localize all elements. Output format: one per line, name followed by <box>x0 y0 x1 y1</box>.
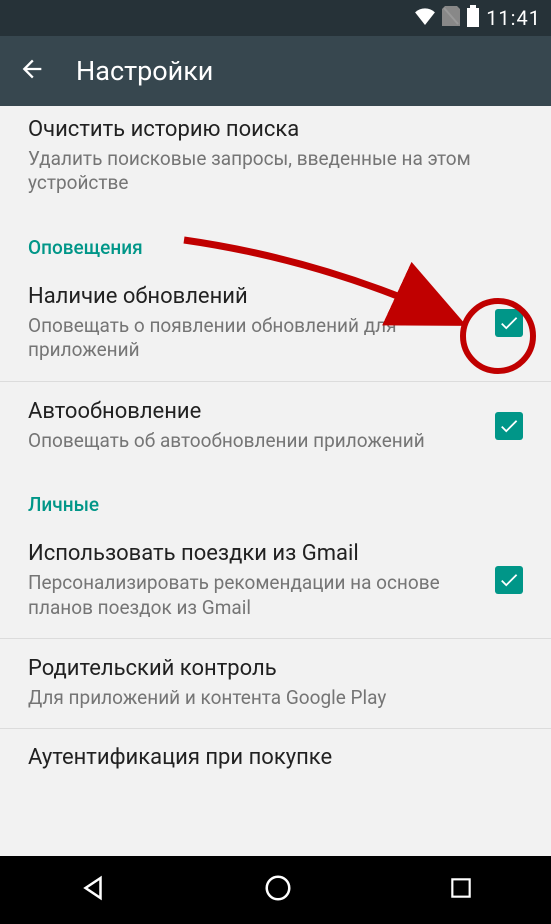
setting-gmail-trips[interactable]: Использовать поездки из Gmail Персонализ… <box>0 524 551 638</box>
item-subtitle: Удалить поисковые запросы, введенные на … <box>28 147 523 196</box>
setting-auto-update[interactable]: Автообновление Оповещать об автообновлен… <box>0 382 551 471</box>
check-icon <box>498 312 520 334</box>
checkbox-updates-available[interactable] <box>495 309 523 337</box>
nav-back-icon[interactable] <box>78 873 108 907</box>
nav-home-icon[interactable] <box>263 873 293 907</box>
item-subtitle: Для приложений и контента Google Play <box>28 686 523 711</box>
page-title: Настройки <box>76 55 213 87</box>
navigation-bar <box>0 856 551 924</box>
checkbox-auto-update[interactable] <box>495 412 523 440</box>
item-title: Наличие обновлений <box>28 283 483 312</box>
settings-list[interactable]: Очистить историю поиска Удалить поисковы… <box>0 106 551 856</box>
sim-icon <box>442 6 460 31</box>
checkbox-gmail-trips[interactable] <box>495 566 523 594</box>
item-title: Аутентификация при покупке <box>28 745 523 770</box>
setting-updates-available[interactable]: Наличие обновлений Оповещать о появлении… <box>0 267 551 381</box>
item-title: Использовать поездки из Gmail <box>28 540 483 569</box>
status-bar: 11:41 <box>0 0 551 36</box>
setting-parental-control[interactable]: Родительский контроль Для приложений и к… <box>0 639 551 728</box>
battery-icon <box>466 5 480 32</box>
back-arrow-icon[interactable] <box>18 55 46 87</box>
setting-purchase-authentication[interactable]: Аутентификация при покупке <box>0 729 551 770</box>
setting-clear-search-history[interactable]: Очистить историю поиска Удалить поисковы… <box>0 106 551 214</box>
app-bar: Настройки <box>0 36 551 106</box>
item-subtitle: Оповещать о появлении обновлений для при… <box>28 314 483 363</box>
check-icon <box>498 415 520 437</box>
nav-recent-icon[interactable] <box>448 875 474 905</box>
item-subtitle: Персонализировать рекомендации на основе… <box>28 571 483 620</box>
wifi-icon <box>414 6 436 30</box>
section-header-personal: Личные <box>0 471 551 524</box>
item-subtitle: Оповещать об автообновлении приложений <box>28 429 483 454</box>
clock: 11:41 <box>486 6 541 30</box>
item-title: Родительский контроль <box>28 655 523 684</box>
item-title: Автообновление <box>28 398 483 427</box>
check-icon <box>498 569 520 591</box>
item-title: Очистить историю поиска <box>28 116 523 145</box>
section-header-notifications: Оповещения <box>0 214 551 267</box>
